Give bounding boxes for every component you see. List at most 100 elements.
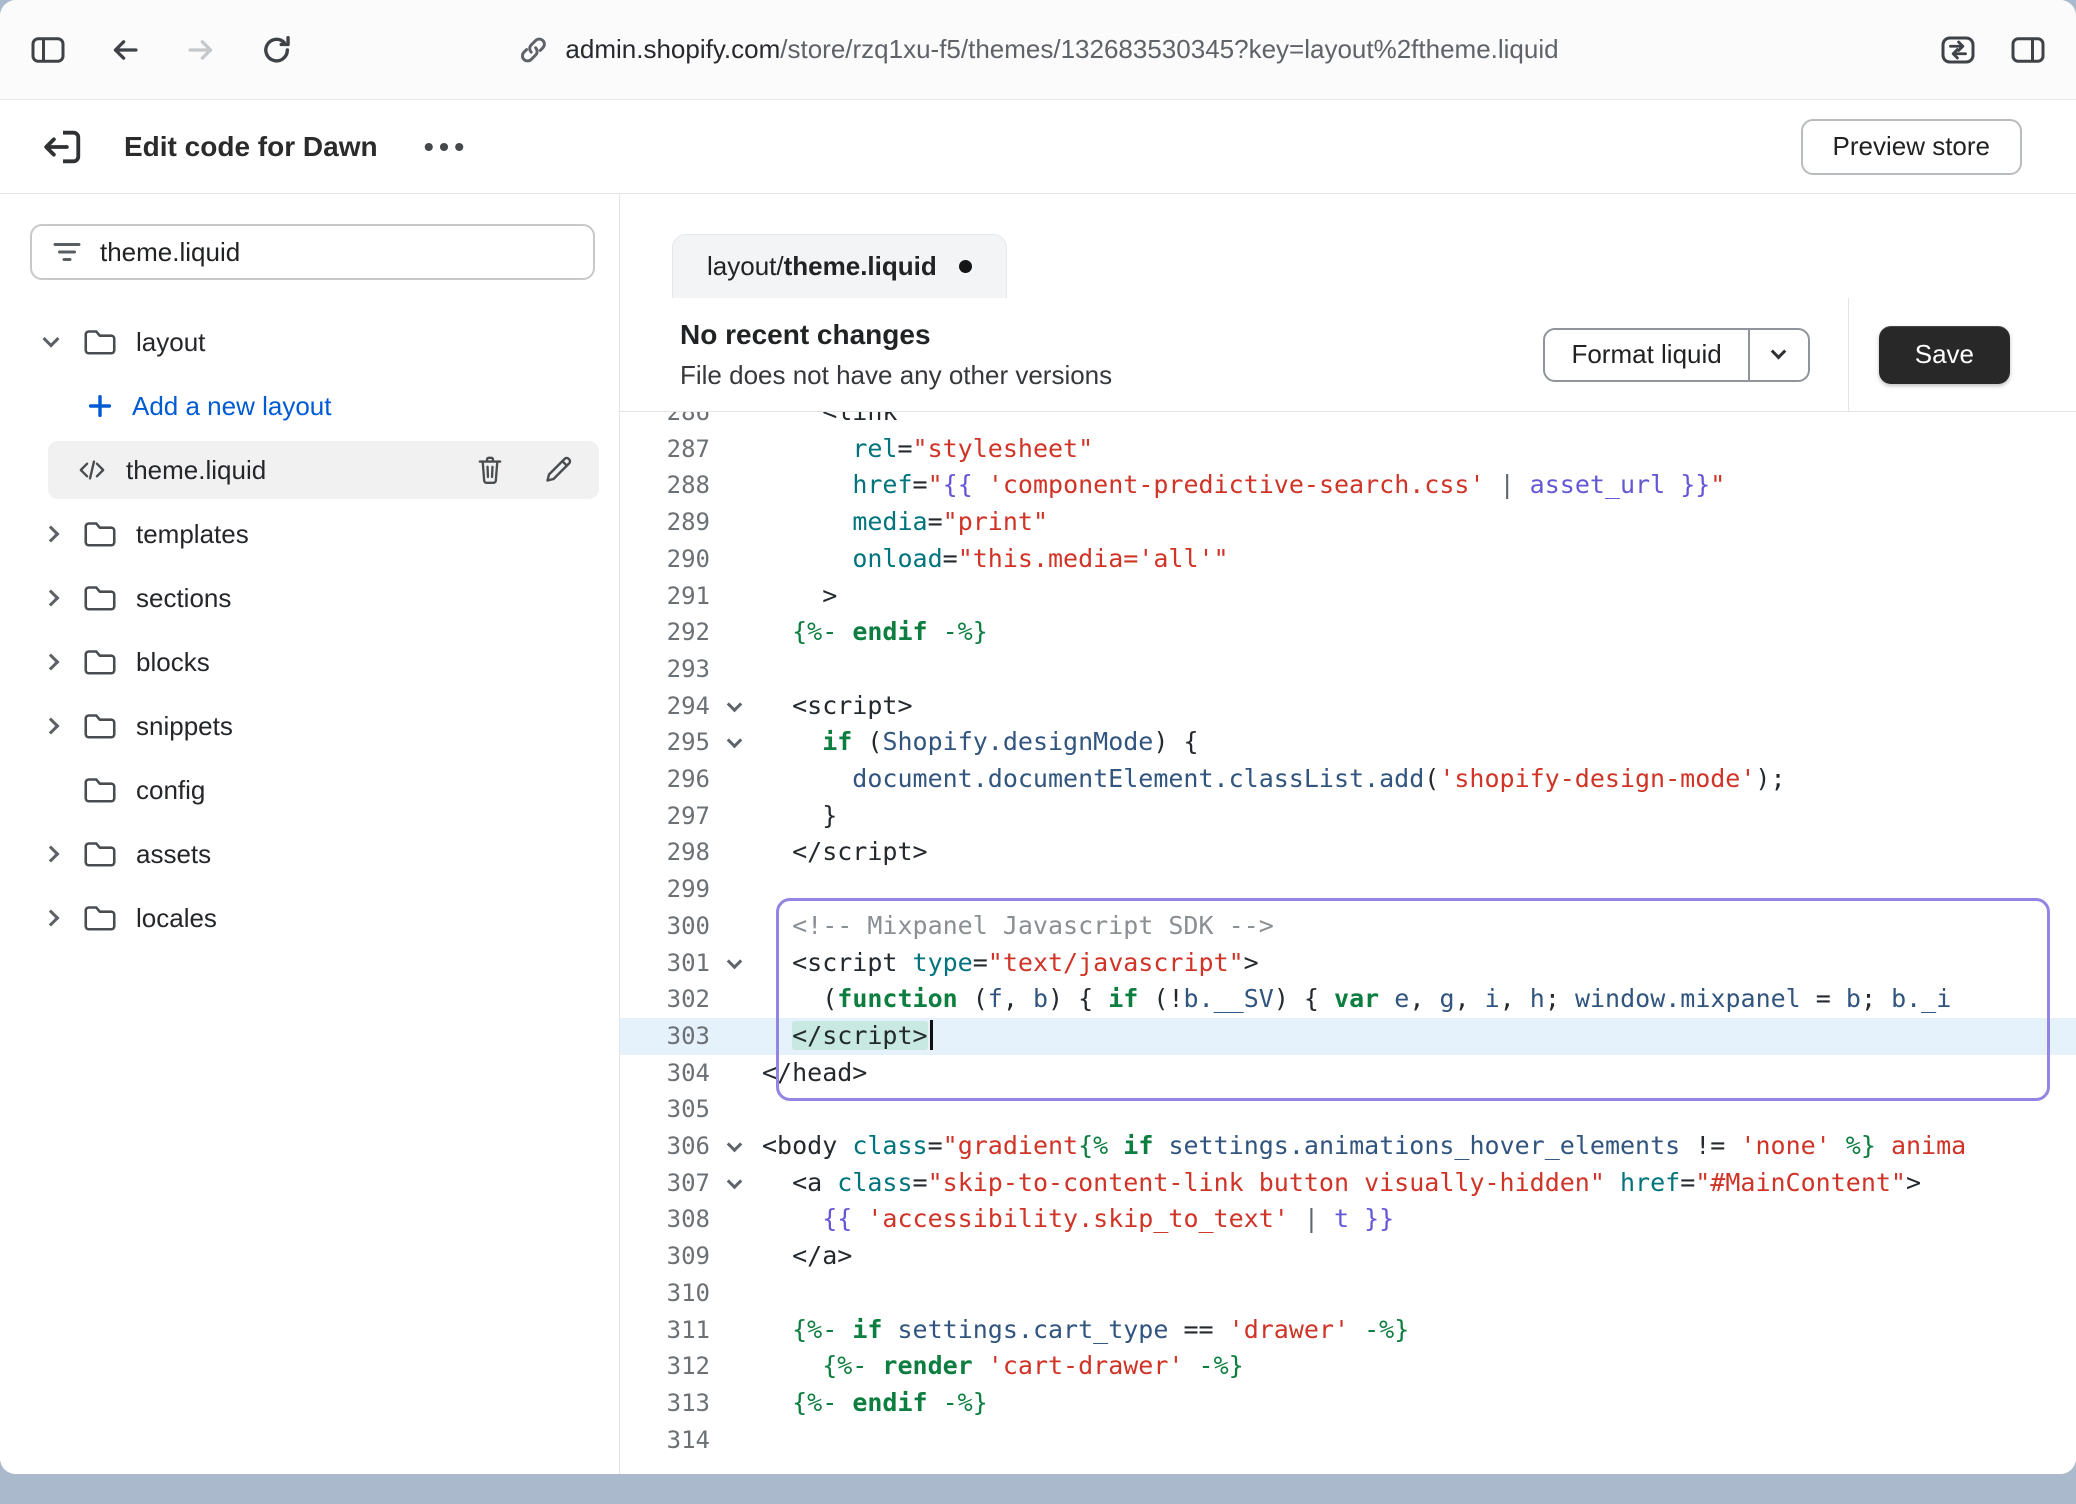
- sidebar-folder-layout[interactable]: layout: [0, 310, 619, 374]
- chevron-down-icon: [727, 696, 743, 712]
- code-line-308[interactable]: 308 {{ 'accessibility.skip_to_text' | t …: [620, 1201, 2076, 1238]
- sidebar-folder-templates[interactable]: templates: [0, 502, 619, 566]
- code-line-286[interactable]: 286 <link: [620, 412, 2076, 431]
- fold-toggle: [720, 1385, 762, 1422]
- code-line-298[interactable]: 298 </script>: [620, 834, 2076, 871]
- code-line-310[interactable]: 310: [620, 1275, 2076, 1312]
- line-number: 307: [620, 1165, 720, 1202]
- code-line-306[interactable]: 306<body class="gradient{% if settings.a…: [620, 1128, 2076, 1165]
- divider: [1848, 298, 1849, 412]
- chevron-right-icon: [43, 526, 60, 543]
- code-line-309[interactable]: 309 </a>: [620, 1238, 2076, 1275]
- code-editor[interactable]: 286 <link287 rel="stylesheet"288 href="{…: [620, 412, 2076, 1474]
- browser-toolbar: admin.shopify.com/store/rzq1xu-f5/themes…: [0, 0, 2076, 100]
- sidebar-folder-locales[interactable]: locales: [0, 886, 619, 950]
- code-line-291[interactable]: 291 >: [620, 578, 2076, 615]
- code-line-296[interactable]: 296 document.documentElement.classList.a…: [620, 761, 2076, 798]
- code-line-294[interactable]: 294 <script>: [620, 688, 2076, 725]
- extensions-icon[interactable]: [1940, 34, 1976, 66]
- preview-store-button[interactable]: Preview store: [1801, 119, 2023, 175]
- back-icon[interactable]: [108, 35, 142, 65]
- folder-icon: [82, 583, 118, 613]
- reload-icon[interactable]: [260, 34, 294, 66]
- code-line-287[interactable]: 287 rel="stylesheet": [620, 431, 2076, 468]
- line-number: 298: [620, 834, 720, 871]
- more-actions-icon[interactable]: [422, 141, 466, 153]
- chevron-right-icon: [43, 590, 60, 607]
- fold-toggle[interactable]: [720, 1165, 762, 1202]
- search-value: theme.liquid: [100, 237, 240, 268]
- folder-label: layout: [136, 327, 205, 358]
- code-line-313[interactable]: 313 {%- endif -%}: [620, 1385, 2076, 1422]
- code-line-289[interactable]: 289 media="print": [620, 504, 2076, 541]
- fold-toggle[interactable]: [720, 688, 762, 725]
- folder-icon: [82, 519, 118, 549]
- app-header: Edit code for Dawn Preview store: [0, 100, 2076, 194]
- code-line-301[interactable]: 301 <script type="text/javascript">: [620, 945, 2076, 982]
- tab-path-prefix: layout/: [707, 251, 784, 282]
- sidebar-folder-config[interactable]: config: [0, 758, 619, 822]
- code-line-304[interactable]: 304</head>: [620, 1055, 2076, 1092]
- tab-file-name: theme.liquid: [784, 251, 937, 282]
- rename-file-icon[interactable]: [543, 455, 573, 485]
- code-line-305[interactable]: 305: [620, 1091, 2076, 1128]
- code-line-290[interactable]: 290 onload="this.media='all'": [620, 541, 2076, 578]
- sidebar-file-theme.liquid[interactable]: theme.liquid: [0, 438, 619, 502]
- fold-toggle[interactable]: [720, 945, 762, 982]
- selected-file-pill[interactable]: theme.liquid: [48, 441, 599, 499]
- folder-icon: [82, 647, 118, 677]
- chevron-down-icon: [727, 1173, 743, 1189]
- address-bar[interactable]: admin.shopify.com/store/rzq1xu-f5/themes…: [517, 34, 1558, 66]
- code-line-288[interactable]: 288 href="{{ 'component-predictive-searc…: [620, 467, 2076, 504]
- delete-file-icon[interactable]: [475, 454, 505, 486]
- fold-toggle: [720, 1422, 762, 1459]
- code-editor-panel: layout/theme.liquid No recent changes Fi…: [620, 194, 2076, 1474]
- code-line-303[interactable]: 303 </script>: [620, 1018, 2076, 1055]
- sidebar-folder-snippets[interactable]: snippets: [0, 694, 619, 758]
- line-number: 291: [620, 578, 720, 615]
- fold-toggle[interactable]: [720, 724, 762, 761]
- line-number: 288: [620, 467, 720, 504]
- code-line-295[interactable]: 295 if (Shopify.designMode) {: [620, 724, 2076, 761]
- format-dropdown-button[interactable]: [1750, 330, 1808, 380]
- fold-toggle: [720, 541, 762, 578]
- tab-layout-theme-liquid[interactable]: layout/theme.liquid: [672, 234, 1007, 298]
- chevron-right-icon: [43, 846, 60, 863]
- code-line-311[interactable]: 311 {%- if settings.cart_type == 'drawer…: [620, 1312, 2076, 1349]
- code-line-292[interactable]: 292 {%- endif -%}: [620, 614, 2076, 651]
- unsaved-changes-dot: [959, 260, 972, 273]
- folder-icon: [82, 711, 118, 741]
- fold-toggle: [720, 1018, 762, 1055]
- format-liquid-button[interactable]: Format liquid: [1543, 328, 1809, 382]
- fold-toggle[interactable]: [720, 1128, 762, 1165]
- site-info-icon[interactable]: [517, 34, 549, 66]
- line-number: 302: [620, 981, 720, 1018]
- sidebar-folder-blocks[interactable]: blocks: [0, 630, 619, 694]
- code-line-297[interactable]: 297 }: [620, 798, 2076, 835]
- folder-label: assets: [136, 839, 211, 870]
- line-number: 290: [620, 541, 720, 578]
- add-layout-button[interactable]: Add a new layout: [0, 374, 619, 438]
- code-line-293[interactable]: 293: [620, 651, 2076, 688]
- fold-toggle: [720, 834, 762, 871]
- line-number: 304: [620, 1055, 720, 1092]
- tab-sidebar-toggle-icon[interactable]: [30, 34, 66, 66]
- sidebar-folder-sections[interactable]: sections: [0, 566, 619, 630]
- sidebar-folder-assets[interactable]: assets: [0, 822, 619, 886]
- line-number: 311: [620, 1312, 720, 1349]
- fold-toggle: [720, 908, 762, 945]
- filter-icon: [52, 239, 82, 265]
- code-line-314[interactable]: 314: [620, 1422, 2076, 1459]
- side-panel-icon[interactable]: [2010, 34, 2046, 66]
- format-liquid-label[interactable]: Format liquid: [1545, 330, 1749, 380]
- plus-icon: [86, 392, 114, 420]
- file-search-input[interactable]: theme.liquid: [30, 224, 595, 280]
- code-line-307[interactable]: 307 <a class="skip-to-content-link butto…: [620, 1165, 2076, 1202]
- code-line-299[interactable]: 299: [620, 871, 2076, 908]
- code-line-300[interactable]: 300 <!-- Mixpanel Javascript SDK -->: [620, 908, 2076, 945]
- forward-icon[interactable]: [184, 35, 218, 65]
- code-line-302[interactable]: 302 (function (f, b) { if (!b.__SV) { va…: [620, 981, 2076, 1018]
- exit-icon[interactable]: [40, 126, 86, 168]
- code-line-312[interactable]: 312 {%- render 'cart-drawer' -%}: [620, 1348, 2076, 1385]
- save-button[interactable]: Save: [1879, 326, 2010, 384]
